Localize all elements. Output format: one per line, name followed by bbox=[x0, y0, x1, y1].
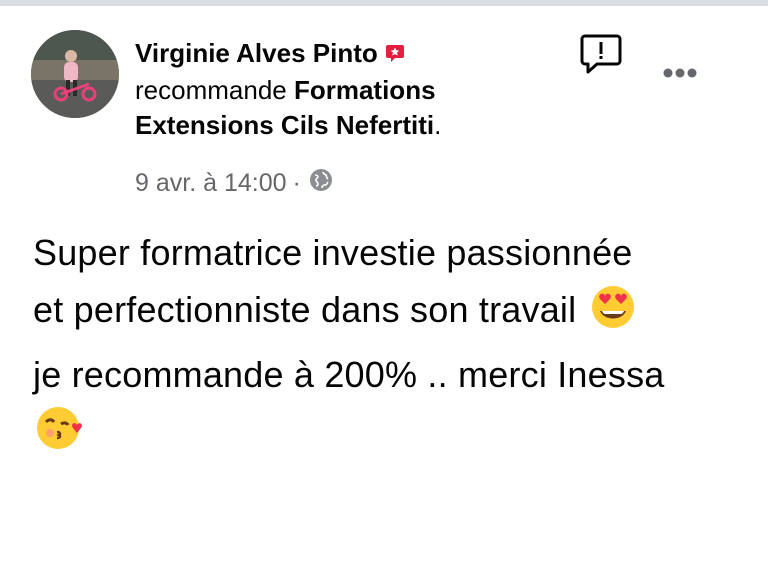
page-suffix: . bbox=[434, 110, 442, 140]
report-icon[interactable] bbox=[579, 33, 623, 80]
separator: · bbox=[292, 169, 301, 197]
recommendation-badge-icon bbox=[384, 38, 406, 73]
action-text: recommande bbox=[135, 75, 287, 105]
more-options-icon[interactable] bbox=[662, 66, 698, 84]
post-text-part2: je recommande à 200% .. merci Inessa bbox=[33, 354, 665, 395]
post-text: Super formatrice investie passionnée et … bbox=[33, 224, 673, 468]
post-text-part1: Super formatrice investie passionnée et … bbox=[33, 232, 633, 330]
avatar[interactable] bbox=[31, 30, 119, 118]
kissing-heart-emoji bbox=[33, 404, 87, 468]
top-divider bbox=[0, 0, 768, 6]
heart-eyes-emoji bbox=[587, 284, 639, 346]
post-meta: 9 avr. à 14:00 · bbox=[135, 168, 333, 199]
globe-icon bbox=[309, 168, 333, 199]
timestamp[interactable]: 9 avr. à 14:00 bbox=[135, 169, 287, 198]
author-name[interactable]: Virginie Alves Pinto bbox=[135, 38, 378, 68]
post-header: Virginie Alves Pinto recommande Formatio… bbox=[135, 36, 565, 143]
